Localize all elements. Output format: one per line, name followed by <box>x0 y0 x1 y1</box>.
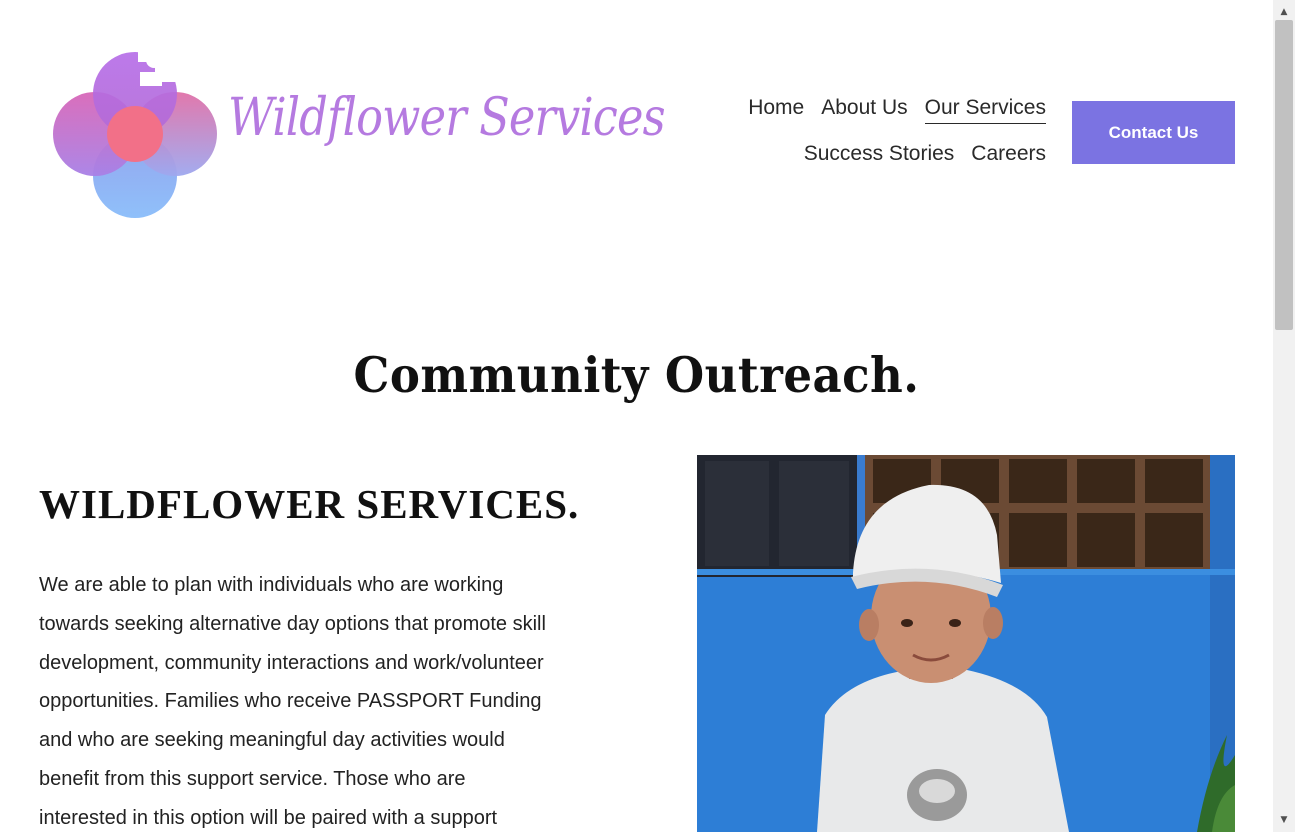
flower-logo-icon <box>53 44 217 218</box>
nav-link-home[interactable]: Home <box>748 96 804 124</box>
description-line: opportunities. Families who receive PASS… <box>39 690 542 713</box>
page-title: Community Outreach. <box>353 346 920 404</box>
nav-link-careers[interactable]: Careers <box>971 142 1046 169</box>
description-line: development, community interactions and … <box>39 651 544 674</box>
service-description: We are able to plan with individuals who… <box>39 566 599 832</box>
scroll-down-arrow-icon[interactable]: ▼ <box>1273 810 1295 830</box>
nav-link-our-services[interactable]: Our Services <box>924 96 1046 124</box>
description-line: We are able to plan with individuals who… <box>39 574 504 596</box>
vertical-scrollbar[interactable]: ▲ ▼ <box>1273 0 1295 832</box>
nav-link-about-us[interactable]: About Us <box>821 96 907 124</box>
nav-row-2: Success Stories Careers <box>706 142 1046 169</box>
nav-row-1: Home About Us Our Services <box>706 96 1046 124</box>
nav-link-success-stories[interactable]: Success Stories <box>804 142 955 169</box>
scrollbar-thumb[interactable] <box>1275 20 1293 330</box>
main-nav: Home About Us Our Services Success Stori… <box>706 96 1046 187</box>
description-line: interested in this option will be paired… <box>39 806 498 829</box>
section-heading: WILDFLOWER SERVICES. <box>39 481 580 527</box>
description-line: towards seeking alternative day options … <box>39 612 546 635</box>
boy-photo <box>697 455 1235 832</box>
contact-us-button[interactable]: Contact Us <box>1072 101 1235 164</box>
site-logo[interactable]: Wildflower Services <box>50 42 666 220</box>
scroll-up-arrow-icon[interactable]: ▲ <box>1273 2 1295 22</box>
logo-wordmark: Wildflower Services <box>228 88 666 148</box>
description-line: benefit from this support service. Those… <box>39 767 466 790</box>
description-line: and who are seeking meaningful day activ… <box>39 729 505 752</box>
page: Wildflower Services Home About Us Our Se… <box>0 0 1273 832</box>
